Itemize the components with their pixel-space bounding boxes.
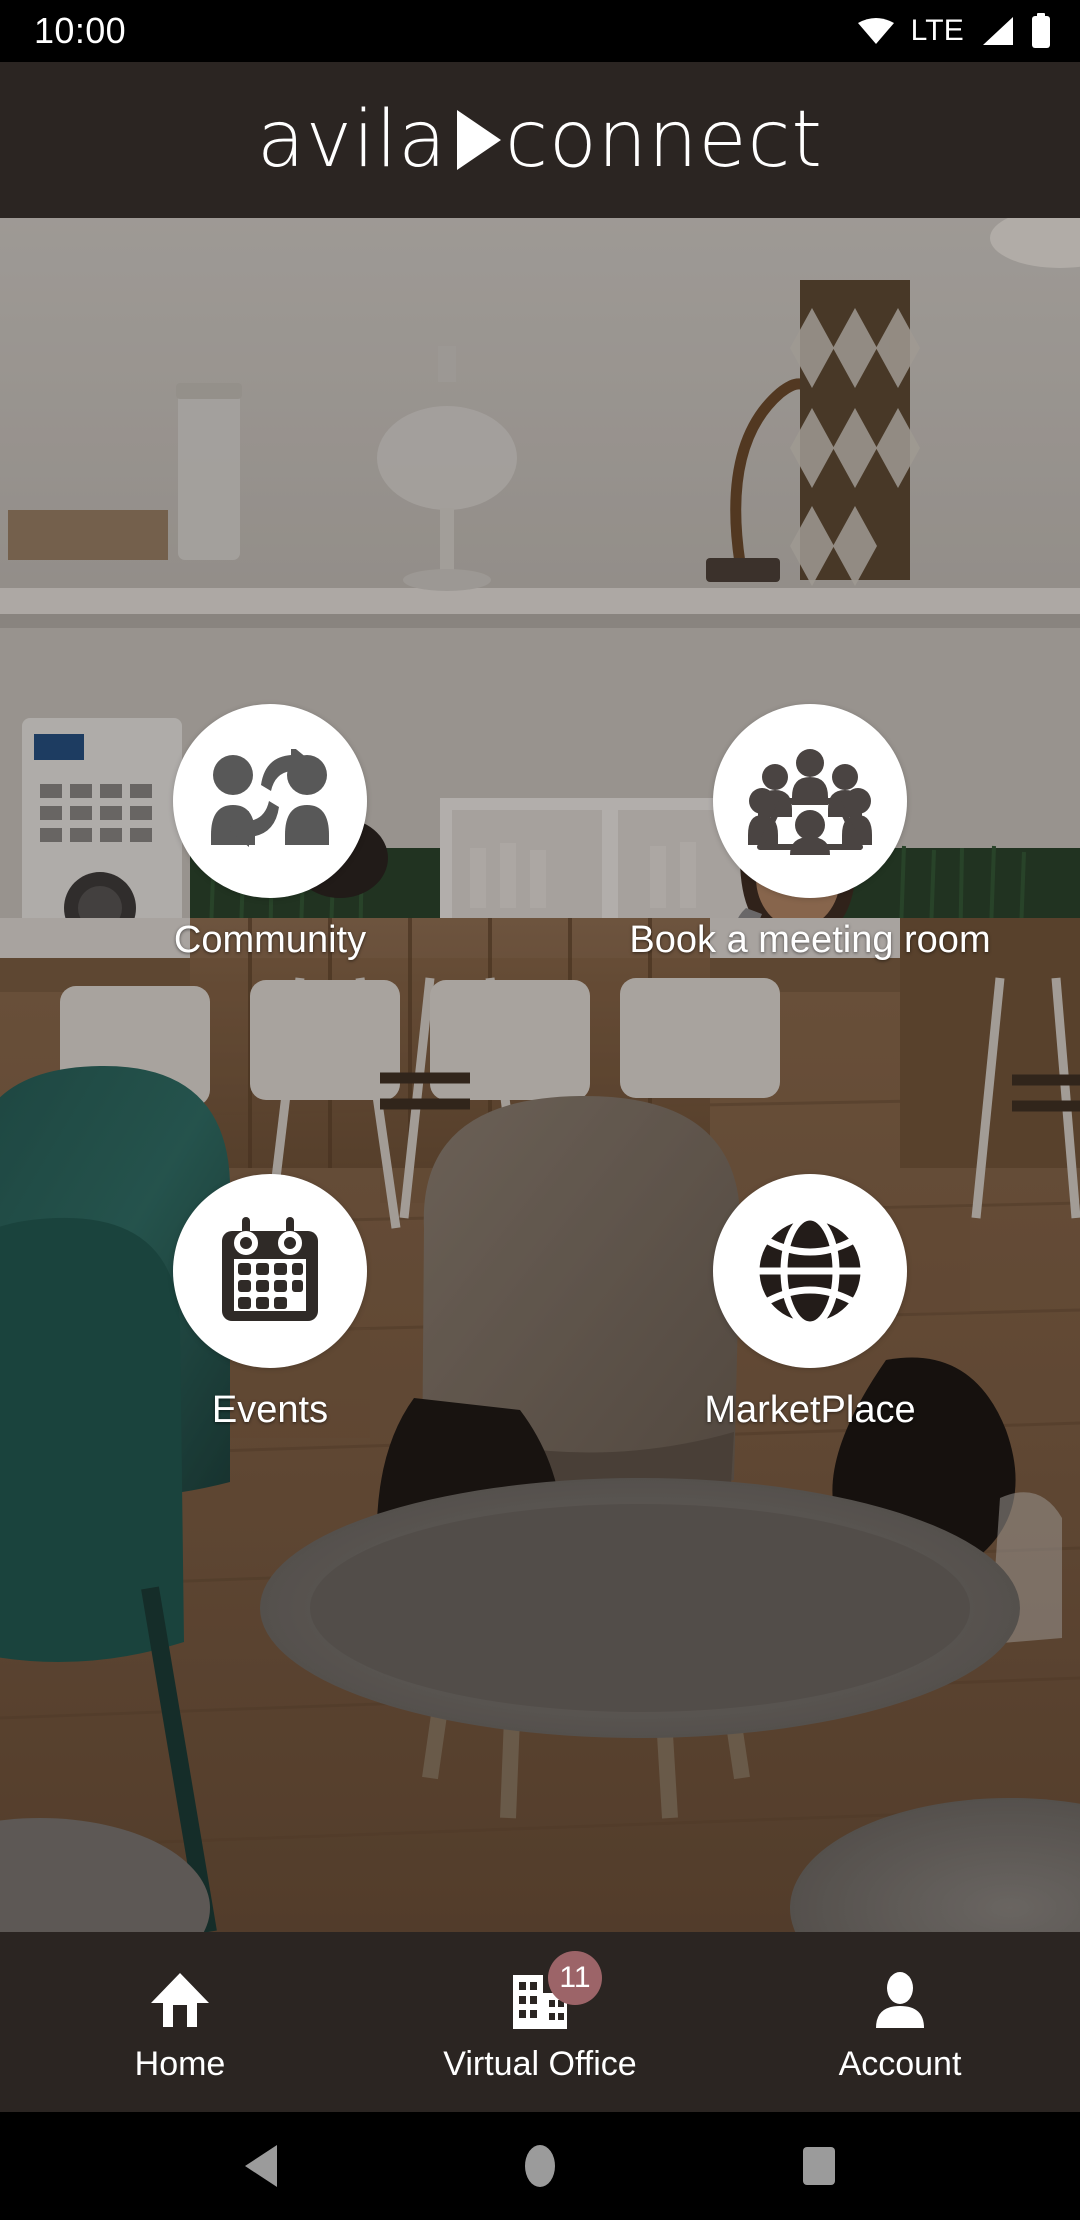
home-icon [151, 1973, 209, 2027]
back-triangle-icon[interactable] [241, 2143, 281, 2189]
status-time: 10:00 [34, 10, 127, 51]
community-exchange-icon [211, 749, 329, 853]
tile-events[interactable]: Events [70, 1174, 470, 1432]
calendar-icon [216, 1215, 324, 1327]
tile-community[interactable]: Community [70, 704, 470, 962]
nav-icon-wrap [874, 1969, 926, 2031]
network-type-label: LTE [910, 14, 964, 47]
tile-book-meeting-room[interactable]: Book a meeting room [610, 704, 1010, 962]
tile-label: Events [211, 1389, 329, 1431]
tile-label: Book a meeting room [629, 919, 991, 961]
status-icons: LTE [856, 13, 1052, 49]
globe-icon [754, 1215, 866, 1327]
tile-label: MarketPlace [704, 1389, 916, 1431]
app-logo[interactable]: avila connect [257, 101, 823, 179]
tile-icon-circle[interactable] [173, 1174, 367, 1368]
home-circle-icon[interactable] [523, 2144, 557, 2188]
nav-icon-wrap: 11 [511, 1951, 602, 2031]
tile-icon-circle[interactable] [713, 1174, 907, 1368]
recents-square-icon[interactable] [799, 2145, 839, 2187]
person-icon [874, 1972, 926, 2028]
tile-icon-circle[interactable] [173, 704, 367, 898]
tile-label: Community [173, 919, 367, 961]
android-system-nav [0, 2112, 1080, 2220]
nav-label: Account [838, 2045, 962, 2083]
nav-item-virtual-office[interactable]: 11 Virtual Office [360, 1932, 720, 2112]
app-header: avila connect [0, 62, 1080, 218]
wifi-icon [856, 15, 896, 47]
tile-marketplace[interactable]: MarketPlace [610, 1174, 1010, 1432]
logo-text-connect: connect [505, 95, 824, 185]
nav-icon-wrap [151, 1969, 209, 2031]
play-triangle-icon [457, 110, 502, 170]
nav-item-account[interactable]: Account [720, 1932, 1080, 2112]
status-bar: 10:00 LTE [0, 0, 1080, 62]
logo-text-avila: avila [256, 95, 448, 185]
meeting-table-icon [748, 747, 872, 855]
app-screen: 10:00 LTE avila connect Community Book a… [0, 0, 1080, 2220]
home-tile-grid: Community Book a meeting room Events Mar… [0, 218, 1080, 1932]
signal-icon [979, 15, 1015, 47]
battery-icon [1030, 13, 1052, 49]
nav-label: Virtual Office [443, 2045, 637, 2083]
nav-label: Home [134, 2045, 226, 2083]
bottom-navigation-bar: Home 11 Virtual Office Account [0, 1932, 1080, 2112]
nav-badge-count: 11 [548, 1951, 602, 2005]
tile-icon-circle[interactable] [713, 704, 907, 898]
nav-item-home[interactable]: Home [0, 1932, 360, 2112]
